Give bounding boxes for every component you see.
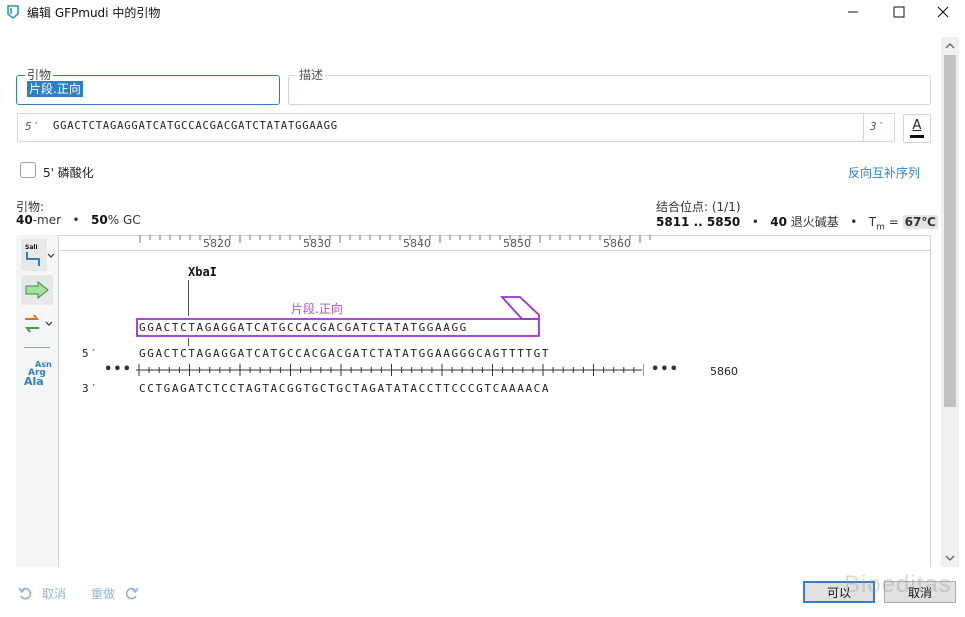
enzyme-tool-button[interactable]: SalI bbox=[21, 239, 47, 271]
maximize-button[interactable] bbox=[876, 0, 922, 24]
sequence-5-prime-label: 5′ bbox=[25, 120, 39, 133]
undo-icon bbox=[18, 587, 32, 599]
close-icon bbox=[937, 6, 949, 18]
top-strand-5-prime-label: 5′ bbox=[82, 347, 99, 360]
enzyme-tool-label: SalI bbox=[25, 244, 38, 251]
phosphorylation-checkbox[interactable] bbox=[20, 162, 36, 178]
scroll-up-icon[interactable] bbox=[945, 41, 955, 51]
tm-subscript: m bbox=[876, 222, 885, 233]
reverse-complement-link[interactable]: 反向互补序列 bbox=[848, 164, 920, 181]
more-left-indicator: ••• bbox=[104, 362, 132, 377]
binding-range: 5811 .. 5850 bbox=[656, 215, 741, 229]
backbone-position-label: 5860 bbox=[710, 365, 738, 378]
anneal-label: 退火碱基 bbox=[790, 215, 839, 229]
vertical-scrollbar[interactable] bbox=[941, 37, 959, 567]
enzyme-cut-line-lower bbox=[188, 338, 189, 346]
primer-stats: 40-mer • 50% GC bbox=[16, 213, 141, 227]
tm-value: 67℃ bbox=[902, 215, 938, 229]
minimize-button[interactable] bbox=[830, 0, 876, 24]
tm-equals: = bbox=[888, 215, 899, 229]
restriction-site-icon: SalI bbox=[25, 244, 40, 266]
font-icon: A bbox=[912, 118, 922, 133]
more-right-indicator: ••• bbox=[651, 362, 679, 377]
sequence-3-prime-label: 3′ bbox=[870, 120, 884, 133]
primer-name-value[interactable]: 片段.正向 bbox=[27, 81, 83, 97]
primer-annotation-sequence: GGACTCTAGAGGATCATGCCACGACGATCTATATGGAAGG bbox=[139, 321, 468, 334]
undo-button[interactable]: 取消 bbox=[18, 585, 66, 602]
binding-bullet-2: • bbox=[850, 215, 858, 229]
window-title: 编辑 GFPmudi 中的引物 bbox=[27, 6, 161, 20]
primer-length: 40 bbox=[16, 213, 33, 227]
ruler-label: 5820 bbox=[203, 237, 231, 250]
redo-button[interactable]: 重做 bbox=[91, 585, 139, 602]
aa-line-3: Ala bbox=[24, 375, 44, 387]
gc-unit: % GC bbox=[107, 213, 141, 227]
primer-arrow-icon bbox=[25, 281, 49, 299]
map-toolbar: SalI Asn Arg Ala bbox=[16, 235, 59, 567]
app-icon bbox=[7, 5, 19, 19]
gc-value: 50 bbox=[91, 213, 108, 227]
scroll-down-icon[interactable] bbox=[945, 553, 955, 563]
toolbar-divider bbox=[24, 347, 50, 348]
minimize-icon bbox=[848, 11, 858, 13]
scroll-thumb[interactable] bbox=[944, 55, 956, 407]
font-color-bar bbox=[910, 135, 924, 138]
ruler-label: 5840 bbox=[403, 237, 431, 250]
phosphorylation-label: 5' 磷酸化 bbox=[43, 166, 94, 180]
title-bar: 编辑 GFPmudi 中的引物 bbox=[0, 0, 965, 24]
ruler-label: 5850 bbox=[503, 237, 531, 250]
stats-bullet: • bbox=[72, 213, 80, 227]
swap-dropdown-icon[interactable] bbox=[45, 321, 53, 327]
bottom-strand-sequence[interactable]: CCTGAGATCTCCTAGTACGGTGCTGCTAGATATACCTTCC… bbox=[139, 382, 550, 395]
watermark: Bioeditas bbox=[844, 571, 952, 598]
sequence-map-panel bbox=[16, 235, 931, 567]
font-button[interactable]: A bbox=[903, 114, 931, 143]
enzyme-dropdown-icon[interactable] bbox=[47, 253, 55, 259]
description-legend: 描述 bbox=[297, 66, 326, 83]
translation-icon[interactable]: Asn Arg Ala bbox=[24, 359, 52, 387]
binding-bullet-1: • bbox=[751, 215, 759, 229]
ruler-ticks bbox=[139, 235, 651, 243]
enzyme-site-label[interactable]: XbaI bbox=[188, 265, 217, 279]
anneal-count: 40 bbox=[770, 215, 787, 229]
position-ruler bbox=[60, 235, 931, 251]
description-field[interactable] bbox=[288, 75, 931, 105]
ruler-label: 5830 bbox=[303, 237, 331, 250]
redo-label: 重做 bbox=[91, 587, 116, 601]
maximize-icon bbox=[893, 6, 905, 18]
primer-tool-button[interactable] bbox=[21, 275, 53, 305]
redo-icon bbox=[125, 587, 139, 599]
sequence-divider bbox=[863, 114, 864, 141]
backbone-ruler bbox=[136, 364, 644, 376]
binding-stats: 5811 .. 5850 • 40 退火碱基 • Tm = 67℃ bbox=[656, 213, 938, 232]
ruler-label: 5860 bbox=[603, 237, 631, 250]
sequence-text[interactable]: GGACTCTAGAGGATCATGCCACGACGATCTATATGGAAGG bbox=[53, 120, 338, 132]
close-button[interactable] bbox=[920, 0, 965, 24]
swap-strands-icon[interactable] bbox=[23, 313, 41, 335]
bottom-strand-3-prime-label: 3′ bbox=[82, 382, 99, 395]
undo-label: 取消 bbox=[42, 587, 67, 601]
top-strand-sequence[interactable]: GGACTCTAGAGGATCATGCCACGACGATCTATATGGAAGG… bbox=[139, 347, 550, 360]
primer-mer: -mer bbox=[32, 213, 62, 227]
